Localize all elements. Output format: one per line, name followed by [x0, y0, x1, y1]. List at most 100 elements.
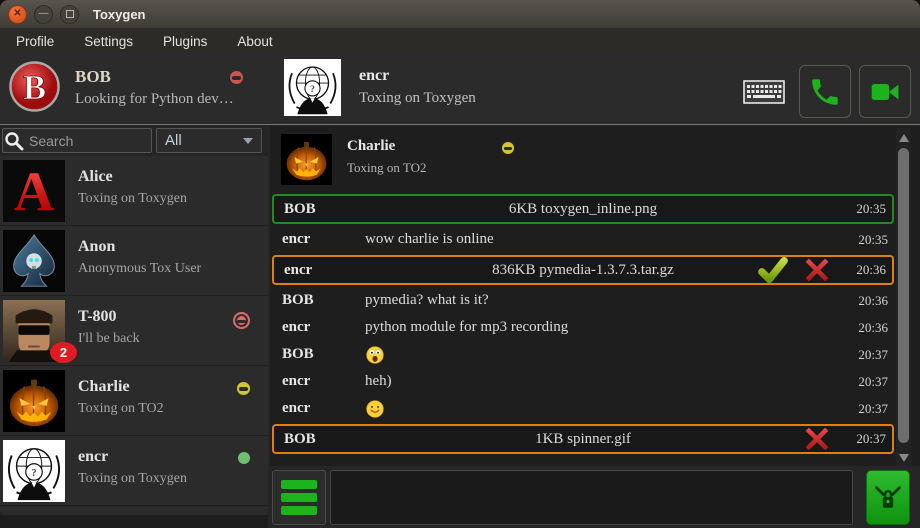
message-sender: BOB: [272, 346, 365, 363]
smiling-face-emoji: [365, 399, 385, 419]
menu-plugins[interactable]: Plugins: [159, 32, 211, 51]
svg-text:?: ?: [310, 84, 315, 95]
away-status-icon: [237, 382, 250, 395]
chevron-down-icon: [243, 138, 253, 144]
sidebar: All A Alice Toxing on Toxygen: [0, 126, 268, 528]
message-time: 20:36: [856, 262, 886, 278]
search-input[interactable]: [27, 132, 141, 150]
filter-value: All: [165, 132, 182, 149]
search-icon: [3, 131, 27, 151]
emoji-message: BOB 20:37: [272, 341, 894, 368]
contact-name: Anon: [78, 238, 115, 256]
menu-about[interactable]: About: [233, 32, 276, 51]
attachments-menu-button[interactable]: [272, 470, 326, 525]
message-sender: encr: [272, 400, 365, 417]
message-text: python module for mp3 recording: [365, 319, 568, 336]
search-box[interactable]: [2, 128, 152, 153]
scroll-down-button[interactable]: [898, 452, 909, 464]
menu-icon: [281, 480, 317, 489]
chat-scrollbar: [896, 128, 911, 468]
contact-name: Alice: [78, 168, 113, 186]
message-time: 20:36: [858, 293, 888, 309]
online-status-icon: [238, 452, 250, 464]
file-name: 6KB toxygen_inline.png: [274, 201, 892, 218]
header: B BOB Looking for Python dev… ? encr Tox…: [0, 54, 920, 125]
message-time: 20:37: [856, 431, 886, 447]
message-text: heh): [365, 373, 392, 390]
scrollbar-thumb[interactable]: [898, 148, 909, 443]
send-button[interactable]: [866, 470, 910, 525]
message-sender: encr: [272, 373, 365, 390]
window-title: Toxygen: [93, 7, 146, 22]
message-sender: encr: [272, 319, 365, 336]
message-text: pymedia? what is it?: [365, 292, 489, 309]
svg-text:A: A: [14, 161, 55, 222]
message-input[interactable]: [330, 470, 853, 525]
peer-avatar: ?: [284, 59, 341, 116]
contact-status-message: Toxing on TO2: [78, 401, 164, 417]
busy-status-icon: [233, 312, 250, 329]
decline-file-button[interactable]: [802, 257, 832, 283]
close-button[interactable]: ✕: [8, 5, 27, 24]
contact-name: T-800: [78, 308, 117, 326]
message-time: 20:35: [856, 201, 886, 217]
scroll-up-button[interactable]: [898, 132, 909, 144]
shocked-face-emoji: [365, 345, 385, 365]
menu-bar: Profile Settings Plugins About: [0, 28, 920, 54]
send-icon: [873, 483, 903, 513]
message-text: wow charlie is online: [365, 231, 494, 248]
self-name: BOB: [75, 67, 111, 87]
screen-keyboard-button[interactable]: [742, 79, 786, 105]
contact-name: encr: [78, 448, 108, 466]
message-time: 20:37: [858, 374, 888, 390]
text-message: encr wow charlie is online 20:35: [272, 226, 894, 253]
file-transfer-in-progress: BOB 1KB spinner.gif 20:37: [272, 424, 894, 454]
self-avatar[interactable]: B: [8, 60, 61, 113]
menu-settings[interactable]: Settings: [80, 32, 137, 51]
text-message: encr python module for mp3 recording 20:…: [272, 314, 894, 341]
arrow-up-icon: [899, 134, 909, 142]
keyboard-icon: [743, 80, 785, 104]
contact-list: A Alice Toxing on Toxygen Anon Anonymo: [0, 156, 268, 515]
contact-row-encr[interactable]: ? encr Toxing on Toxygen: [0, 436, 268, 506]
audio-call-icon: [808, 75, 842, 109]
decline-file-icon: [804, 257, 830, 283]
peer-name: encr: [359, 67, 389, 85]
video-call-button[interactable]: [859, 65, 911, 118]
contact-row-t800[interactable]: T-800 I'll be back 2: [0, 296, 268, 366]
file-transfer-incoming: encr 836KB pymedia-1.3.7.3.tar.gz: [272, 255, 894, 285]
menu-icon: [281, 506, 317, 515]
toxygen-window: ✕ — Toxygen Profile Settings Plugins Abo…: [0, 0, 920, 528]
busy-status-icon: [230, 71, 243, 84]
file-transfer-finished: BOB 6KB toxygen_inline.png 20:35: [272, 194, 894, 224]
charlie-avatar: [281, 134, 332, 185]
message-time: 20:35: [858, 232, 888, 248]
charlie-avatar: [3, 370, 65, 432]
minimize-button[interactable]: —: [34, 5, 53, 24]
text-message: encr heh) 20:37: [272, 368, 894, 395]
away-status-icon: [502, 142, 514, 154]
audio-call-button[interactable]: [799, 65, 851, 118]
video-call-icon: [867, 76, 903, 108]
decline-file-button[interactable]: [802, 426, 832, 452]
maximize-button[interactable]: [60, 5, 79, 24]
chat-area: Charlie Toxing on TO2 BOB 6KB toxygen_in…: [270, 126, 920, 466]
banner-name: Charlie: [347, 138, 395, 155]
message-time: 20:37: [858, 401, 888, 417]
anon-avatar: [3, 230, 65, 292]
decline-file-icon: [804, 426, 830, 452]
emoji-message: encr 20:37: [272, 395, 894, 422]
svg-text:B: B: [23, 68, 46, 107]
accept-file-button[interactable]: [758, 257, 788, 283]
contact-row-alice[interactable]: A Alice Toxing on Toxygen: [0, 156, 268, 226]
alice-avatar: A: [3, 160, 65, 222]
arrow-down-icon: [899, 454, 909, 462]
contact-row-charlie[interactable]: Charlie Toxing on TO2: [0, 366, 268, 436]
message-list: BOB 6KB toxygen_inline.png 20:35 encr wo…: [272, 192, 894, 456]
contact-row-anon[interactable]: Anon Anonymous Tox User: [0, 226, 268, 296]
contact-filter-dropdown[interactable]: All: [156, 128, 262, 153]
contact-status-message: Toxing on Toxygen: [78, 471, 187, 487]
message-time: 20:36: [858, 320, 888, 336]
menu-profile[interactable]: Profile: [12, 32, 58, 51]
self-status-message: Looking for Python dev…: [75, 91, 234, 108]
